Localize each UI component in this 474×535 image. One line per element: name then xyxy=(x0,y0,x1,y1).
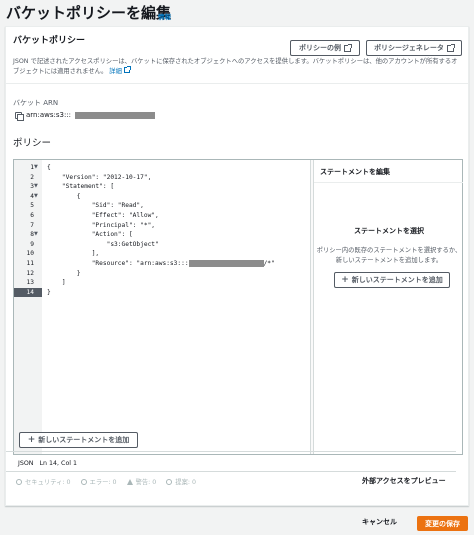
policy-examples-label: ポリシーの例 xyxy=(299,44,341,52)
language-label: JSON xyxy=(18,460,34,467)
code-line[interactable]: ] xyxy=(47,278,66,288)
add-statement-button[interactable]: + 新しいステートメントを追加 xyxy=(19,432,138,448)
policy-editor[interactable]: 1 ▼{2 "Version": "2012-10-17", 3 ▼ "Stateme… xyxy=(13,159,463,455)
info-icon xyxy=(166,478,173,485)
bucket-arn: arn:aws:s3::: xyxy=(15,111,156,121)
code-line[interactable]: "Action": [ xyxy=(47,230,133,240)
redacted-bucket-name xyxy=(188,259,264,267)
editor-status-bar: JSON Ln 14, Col 1 xyxy=(18,460,77,467)
external-link-icon xyxy=(446,43,455,52)
edit-statement-title: ステートメントを編集 xyxy=(320,168,390,176)
cancel-button[interactable]: キャンセル xyxy=(362,517,397,527)
code-line[interactable]: "Effect": "Allow", xyxy=(47,211,159,221)
fold-toggle-icon[interactable]: ▼ xyxy=(34,230,38,240)
code-line[interactable]: ], xyxy=(47,249,99,259)
bucket-policy-card: バケットポリシー ポリシーの例 ポリシージェネレータ JSON で記述されたアク… xyxy=(5,26,469,506)
line-number: 5 xyxy=(30,202,34,210)
page-header: バケットポリシーを編集 情報 xyxy=(0,0,474,26)
security-count[interactable]: セキュリティ: 0 xyxy=(16,477,71,486)
suggestion-count[interactable]: 提案: 0 xyxy=(166,477,196,486)
code-line[interactable]: { xyxy=(47,163,51,173)
select-statement-description: ポリシー内の既存のステートメントを選択するか、新しいステートメントを追加します。 xyxy=(316,247,462,264)
copy-icon[interactable] xyxy=(15,111,24,121)
line-number: 13 xyxy=(26,279,34,287)
validation-divider xyxy=(6,471,456,472)
external-link-icon xyxy=(344,43,352,52)
editor-status-divider xyxy=(6,451,456,452)
bucket-arn-value: arn:aws:s3::: xyxy=(26,111,72,119)
validation-summary: セキュリティ: 0 エラー: 0 警告: 0 提案: 0 xyxy=(16,477,196,486)
line-number: 10 xyxy=(26,250,34,258)
line-number: 11 xyxy=(26,260,34,267)
code-line[interactable]: "s3:GetObject" xyxy=(47,240,159,250)
side-panel-divider xyxy=(314,182,463,183)
warning-icon xyxy=(126,478,133,485)
fold-toggle-icon[interactable]: ▼ xyxy=(34,163,38,173)
details-link[interactable]: 詳細 xyxy=(109,66,131,75)
fold-toggle-icon[interactable]: ▼ xyxy=(34,192,38,202)
info-link[interactable]: 情報 xyxy=(158,11,171,21)
line-number: 2 xyxy=(30,173,34,181)
code-line[interactable]: { xyxy=(47,192,81,202)
save-changes-button[interactable]: 変更の保存 xyxy=(417,516,468,531)
code-line[interactable]: "Version": "2012-10-17", xyxy=(47,173,151,183)
line-number: 9 xyxy=(30,240,34,248)
line-number: 12 xyxy=(26,269,34,277)
code-line[interactable]: "Sid": "Read", xyxy=(47,201,144,211)
code-line[interactable]: "Statement": [ xyxy=(47,182,114,192)
bucket-arn-label: バケット ARN xyxy=(13,99,59,107)
external-link-icon xyxy=(123,66,131,73)
line-number: 14 xyxy=(14,287,42,298)
preview-external-access-button[interactable]: 外部アクセスをプレビュー xyxy=(362,476,446,486)
page-title: バケットポリシーを編集 xyxy=(6,4,172,22)
section-divider xyxy=(6,83,468,84)
plus-icon: + xyxy=(27,434,36,445)
panel-resize-handle[interactable] xyxy=(310,160,314,454)
bottom-action-bar xyxy=(0,506,474,535)
code-line[interactable]: } xyxy=(47,288,51,298)
add-statement-label: 新しいステートメントを追加 xyxy=(38,436,130,444)
fold-toggle-icon[interactable]: ▼ xyxy=(34,182,38,192)
select-statement-heading: ステートメントを選択 xyxy=(354,227,424,235)
line-number: 6 xyxy=(30,212,34,219)
card-title: バケットポリシー xyxy=(13,36,86,46)
redacted-bucket-name xyxy=(75,111,156,119)
cursor-position: Ln 14, Col 1 xyxy=(39,460,78,467)
side-add-statement-label: 新しいステートメントを追加 xyxy=(351,276,443,284)
plus-icon: + xyxy=(341,274,349,285)
side-add-statement-button[interactable]: + 新しいステートメントを追加 xyxy=(334,272,450,288)
card-description: JSON で記述されたアクセスポリシーは、バケットに保存されたオブジェクトへのア… xyxy=(13,58,458,75)
policy-generator-label: ポリシージェネレータ xyxy=(374,44,444,52)
shield-icon xyxy=(16,478,22,485)
code-line[interactable]: "Resource": "arn:aws:s3:::/*" xyxy=(47,259,275,269)
policy-label: ポリシー xyxy=(13,138,52,149)
code-line[interactable]: "Principal": "*", xyxy=(47,221,155,231)
code-line[interactable]: } xyxy=(47,269,81,279)
policy-examples-button[interactable]: ポリシーの例 xyxy=(290,40,360,56)
error-count[interactable]: エラー: 0 xyxy=(80,477,117,486)
warning-count[interactable]: 警告: 0 xyxy=(126,477,156,486)
line-number: 7 xyxy=(30,221,34,229)
policy-generator-button[interactable]: ポリシージェネレータ xyxy=(366,40,462,56)
error-icon xyxy=(80,478,87,485)
